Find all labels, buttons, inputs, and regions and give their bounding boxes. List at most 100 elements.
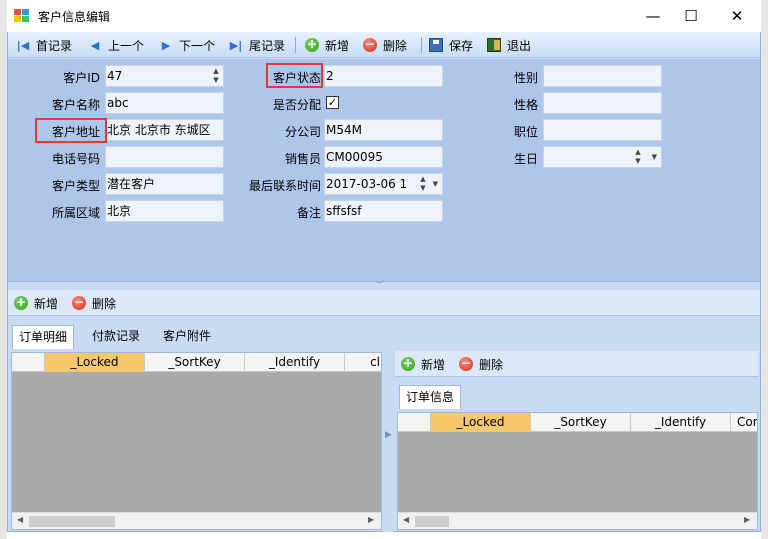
- column-header[interactable]: _Locked: [45, 353, 145, 372]
- dropdown-arrow-icon[interactable]: ▼: [652, 147, 657, 167]
- highlight-box-address: [35, 118, 107, 143]
- exit-icon: [487, 38, 501, 52]
- first-record-button[interactable]: |◀ 首记录: [16, 36, 72, 54]
- region-input[interactable]: 北京: [105, 200, 224, 222]
- birthday-input[interactable]: ▲ ▼ ▼: [543, 146, 662, 168]
- delete-label: 删除: [383, 38, 408, 53]
- scroll-left-arrow-icon[interactable]: ◀: [17, 515, 23, 524]
- next-button[interactable]: ▶ 下一个: [159, 36, 215, 54]
- customer-address-input[interactable]: 北京 北京市 东城区: [105, 119, 224, 141]
- personality-input[interactable]: [543, 92, 662, 114]
- plus-icon: +: [14, 295, 28, 310]
- position-input[interactable]: [543, 119, 662, 141]
- last-contact-input[interactable]: 2017-03-06 16 ▲ ▼ ▼: [324, 173, 443, 195]
- customer-id-value: 47: [107, 69, 123, 83]
- minus-icon: −: [459, 356, 473, 371]
- detail-tabs: 订单明细 付款记录 客户附件: [12, 325, 372, 349]
- branch-label: 分公司: [284, 125, 321, 139]
- branch-input[interactable]: M54M: [324, 119, 443, 141]
- right-toolbar: + 新增 − 删除: [395, 351, 758, 377]
- grid-header: _Locked _SortKey _Identify Cor: [398, 413, 757, 432]
- column-header[interactable]: _SortKey: [145, 353, 245, 372]
- detail-delete-button[interactable]: − 删除: [72, 294, 116, 312]
- minus-icon: −: [363, 37, 377, 52]
- dropdown-arrow-icon[interactable]: ▼: [433, 174, 438, 194]
- add-button[interactable]: + 新增: [305, 36, 349, 54]
- tab-payment-records[interactable]: 付款记录: [86, 325, 146, 349]
- toolbar-separator: [421, 37, 422, 53]
- spin-arrows-icon[interactable]: ▲ ▼: [633, 148, 643, 166]
- maximize-button[interactable]: ☐: [668, 0, 714, 32]
- phone-input[interactable]: [105, 146, 224, 168]
- tab-customer-attachments[interactable]: 客户附件: [157, 325, 217, 349]
- right-delete-label: 删除: [479, 357, 504, 372]
- customer-status-input[interactable]: 2: [324, 65, 443, 87]
- row-header-corner: [398, 413, 431, 432]
- salesperson-label: 销售员: [284, 152, 321, 166]
- column-header[interactable]: cl: [345, 353, 381, 372]
- column-header[interactable]: _Locked: [431, 413, 531, 432]
- assigned-label: 是否分配: [272, 98, 321, 112]
- customer-name-label: 客户名称: [51, 98, 100, 112]
- vertical-splitter[interactable]: ▶: [383, 352, 393, 532]
- window-title: 客户信息编辑: [38, 10, 111, 24]
- detail-toolbar: + 新增 − 删除: [8, 290, 760, 316]
- last-record-label: 尾记录: [249, 38, 286, 53]
- horizontal-splitter[interactable]: ﹀: [8, 281, 760, 291]
- detail-add-label: 新增: [34, 296, 59, 311]
- assigned-checkbox[interactable]: ✓: [326, 96, 339, 109]
- right-delete-button[interactable]: − 删除: [459, 355, 503, 373]
- prev-icon: ◀: [90, 38, 100, 52]
- delete-button[interactable]: − 删除: [363, 36, 407, 54]
- last-record-button[interactable]: ▶| 尾记录: [229, 36, 285, 54]
- app-icon: [14, 9, 30, 23]
- highlight-box-status: [266, 63, 323, 88]
- column-header[interactable]: _Identify: [245, 353, 345, 372]
- collapse-arrow-icon[interactable]: ▶: [385, 430, 392, 440]
- main-toolbar: |◀ 首记录 ◀ 上一个 ▶ 下一个 ▶| 尾记录 + 新增 − 删除 保存 退…: [8, 32, 760, 58]
- close-button[interactable]: ✕: [714, 0, 760, 32]
- column-header[interactable]: Cor: [731, 413, 757, 432]
- gender-label: 性别: [513, 71, 538, 85]
- save-label: 保存: [449, 38, 474, 53]
- next-icon: ▶: [161, 38, 171, 52]
- horizontal-scrollbar[interactable]: ◀ ▶: [12, 512, 381, 529]
- last-contact-label: 最后联系时间: [248, 179, 321, 193]
- prev-label: 上一个: [108, 38, 145, 53]
- add-label: 新增: [325, 38, 350, 53]
- exit-button[interactable]: 退出: [487, 36, 531, 54]
- spin-arrows-icon[interactable]: ▲ ▼: [211, 67, 221, 85]
- column-header[interactable]: _SortKey: [531, 413, 631, 432]
- salesperson-input[interactable]: CM00095: [324, 146, 443, 168]
- customer-type-input[interactable]: 潜在客户: [105, 173, 224, 195]
- exit-label: 退出: [507, 38, 532, 53]
- detail-delete-label: 删除: [92, 296, 117, 311]
- horizontal-scrollbar[interactable]: ◀ ▶: [398, 512, 757, 529]
- personality-label: 性格: [513, 98, 538, 112]
- remark-input[interactable]: sffsfsf: [324, 200, 443, 222]
- right-add-button[interactable]: + 新增: [401, 355, 445, 373]
- plus-icon: +: [401, 356, 415, 371]
- customer-name-input[interactable]: abc: [105, 92, 224, 114]
- customer-id-input[interactable]: 47 ▲ ▼: [105, 65, 224, 87]
- tab-order-details[interactable]: 订单明细: [12, 325, 75, 349]
- order-details-grid[interactable]: _Locked _SortKey _Identify cl ◀ ▶: [11, 352, 382, 530]
- column-header[interactable]: _Identify: [631, 413, 731, 432]
- detail-add-button[interactable]: + 新增: [14, 294, 58, 312]
- spin-arrows-icon[interactable]: ▲ ▼: [418, 175, 428, 193]
- title-bar: 客户信息编辑 — ☐ ✕: [0, 0, 768, 32]
- right-tabs: 订单信息: [399, 385, 519, 409]
- tab-order-info[interactable]: 订单信息: [399, 385, 462, 409]
- scroll-right-arrow-icon[interactable]: ▶: [744, 515, 750, 524]
- scroll-right-arrow-icon[interactable]: ▶: [368, 515, 374, 524]
- last-record-icon: ▶|: [229, 38, 243, 52]
- prev-button[interactable]: ◀ 上一个: [88, 36, 144, 54]
- collapse-arrow-icon[interactable]: ﹀: [375, 282, 384, 291]
- scrollbar-thumb[interactable]: [415, 516, 449, 527]
- gender-input[interactable]: [543, 65, 662, 87]
- scrollbar-thumb[interactable]: [29, 516, 115, 527]
- save-button[interactable]: 保存: [429, 36, 473, 54]
- order-info-grid[interactable]: _Locked _SortKey _Identify Cor ◀ ▶: [397, 412, 758, 530]
- scroll-left-arrow-icon[interactable]: ◀: [403, 515, 409, 524]
- save-icon: [429, 38, 443, 52]
